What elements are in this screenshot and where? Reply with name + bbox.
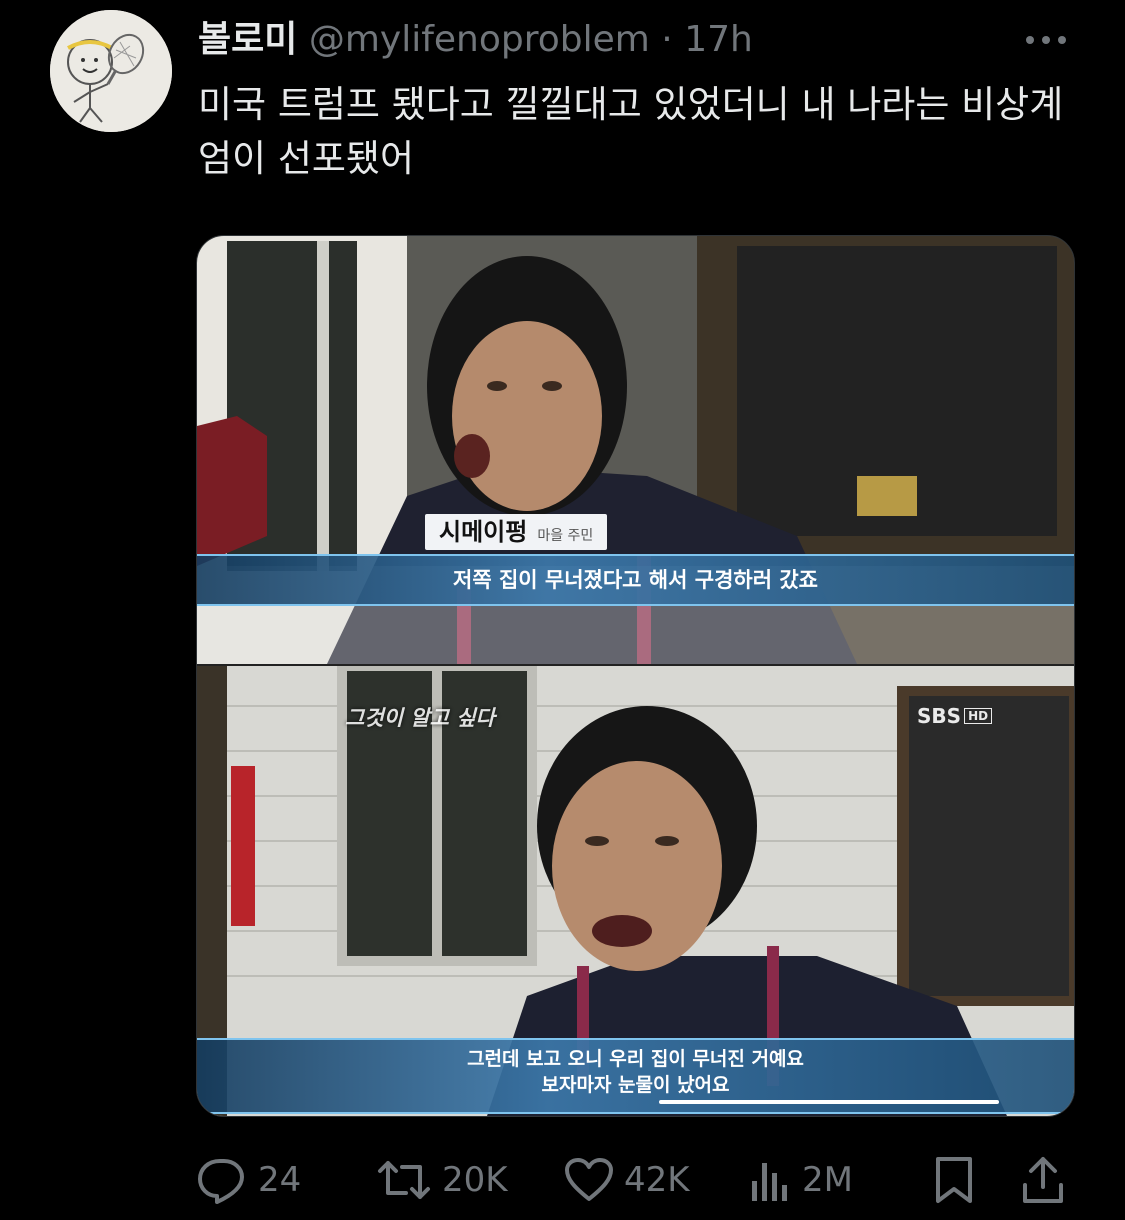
tweet-timestamp[interactable]: 17h bbox=[684, 19, 753, 60]
subtitle-bottom-line1: 그런데 보고 오니 우리 집이 무너진 거예요 bbox=[467, 1048, 804, 1070]
reply-icon bbox=[198, 1159, 244, 1204]
like-icon bbox=[565, 1158, 613, 1201]
repost-button[interactable]: 20K bbox=[376, 1150, 508, 1210]
like-count: 42K bbox=[624, 1160, 690, 1200]
avatar-illustration bbox=[50, 10, 172, 132]
tweet-actions: 24 20K 42K 2M bbox=[196, 1150, 1076, 1210]
tweet-header: 볼로미 @mylifenoproblem · 17h bbox=[198, 14, 753, 66]
media-frame-top: 시메이펑 마을 주민 저쪽 집이 무너졌다고 해서 구경하러 갔죠 bbox=[197, 236, 1074, 664]
header-separator: · bbox=[661, 19, 673, 60]
bookmark-icon bbox=[936, 1157, 972, 1203]
speaker-role: 마을 주민 bbox=[537, 528, 594, 544]
share-button[interactable] bbox=[1020, 1150, 1066, 1210]
broadcaster-name: SBS bbox=[917, 704, 962, 728]
speaker-name-plate: 시메이펑 마을 주민 bbox=[425, 514, 608, 550]
reply-count: 24 bbox=[258, 1160, 302, 1200]
author-name[interactable]: 볼로미 bbox=[198, 19, 297, 60]
views-icon bbox=[752, 1163, 787, 1201]
author-handle[interactable]: @mylifenoproblem bbox=[309, 19, 650, 60]
subtitle-bottom-line2: 보자마자 눈물이 났어요 bbox=[541, 1074, 730, 1096]
more-icon bbox=[1026, 36, 1066, 44]
reply-button[interactable]: 24 bbox=[196, 1150, 301, 1210]
share-icon bbox=[1023, 1157, 1063, 1203]
like-button[interactable]: 42K bbox=[564, 1150, 690, 1210]
speaker-name: 시메이펑 bbox=[439, 518, 528, 546]
broadcaster-logo: SBS HD bbox=[917, 704, 993, 728]
media-frame-bottom: 그것이 알고 싶다 SBS HD 그런데 보고 오니 우리 집이 무너진 거예요 … bbox=[197, 666, 1074, 1116]
tweet-media[interactable]: 시메이펑 마을 주민 저쪽 집이 무너졌다고 해서 구경하러 갔죠 그것이 알고… bbox=[196, 235, 1075, 1117]
views-button[interactable]: 2M bbox=[748, 1150, 853, 1210]
views-count: 2M bbox=[802, 1160, 853, 1200]
show-logo: 그것이 알고 싶다 bbox=[345, 706, 495, 730]
bookmark-button[interactable] bbox=[932, 1150, 976, 1210]
repost-icon bbox=[378, 1161, 430, 1199]
more-button[interactable] bbox=[1022, 20, 1070, 60]
subtitle-top: 저쪽 집이 무너졌다고 해서 구경하러 갔죠 bbox=[453, 568, 818, 592]
subtitle-bar-top: 저쪽 집이 무너졌다고 해서 구경하러 갔죠 bbox=[197, 554, 1074, 606]
tweet-text: 미국 트럼프 됐다고 낄낄대고 있었더니 내 나라는 비상계엄이 선포됐어 bbox=[198, 83, 1064, 180]
video-progress-bar[interactable] bbox=[659, 1100, 999, 1104]
broadcaster-badge: HD bbox=[964, 708, 993, 724]
repost-count: 20K bbox=[442, 1160, 508, 1200]
avatar[interactable] bbox=[50, 10, 172, 132]
